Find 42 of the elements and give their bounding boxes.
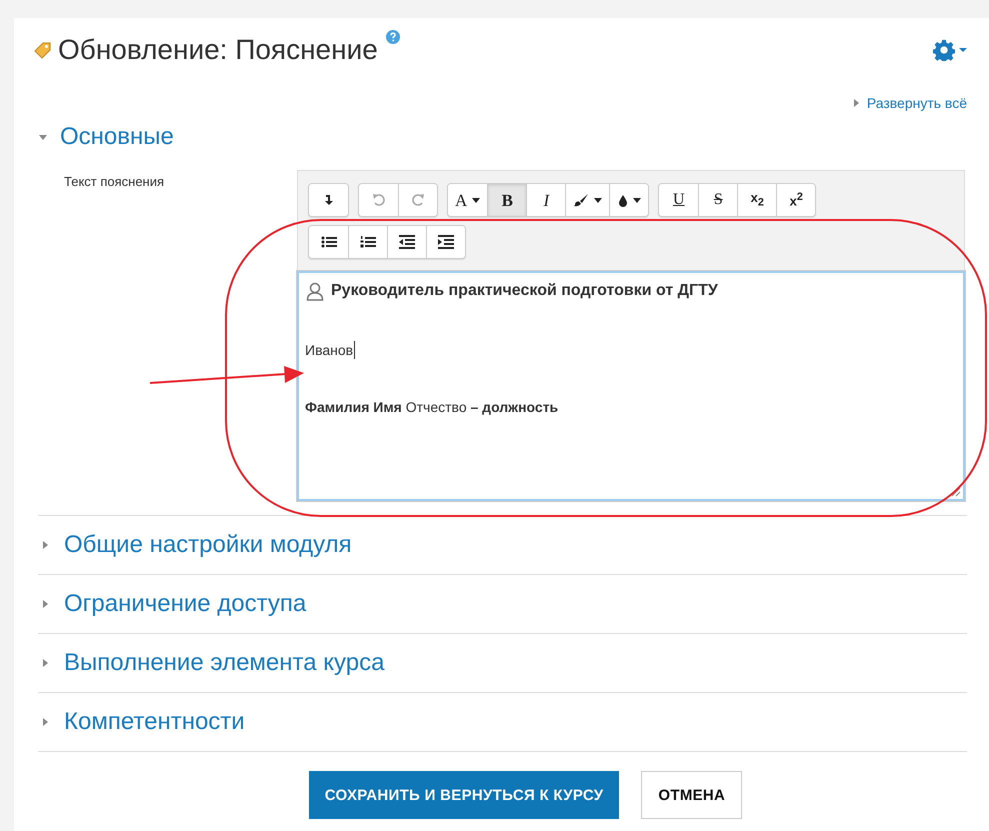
outdent-icon	[399, 235, 415, 249]
expand-all-link[interactable]: Развернуть всё	[866, 95, 967, 111]
editor-text: Иванов	[305, 342, 354, 358]
bullet-list-button[interactable]	[309, 226, 348, 258]
caret-icon[interactable]	[959, 47, 967, 53]
field-label: Текст пояснения	[64, 173, 166, 189]
format-button[interactable]: x$_{2}$	[737, 184, 776, 216]
bullet-list-icon	[320, 235, 336, 249]
editor-heading: Руководитель практической подготовки от ДГТУ	[331, 282, 718, 300]
user-icon	[305, 281, 325, 301]
tag-icon	[34, 41, 52, 59]
page-title: Обновление: Пояснение	[58, 34, 378, 66]
numbered-list-icon	[360, 235, 376, 249]
section-title[interactable]: Ограничение доступа	[64, 590, 306, 618]
format-button[interactable]: U	[659, 184, 698, 216]
brush-button[interactable]	[565, 184, 610, 216]
settings-icon[interactable]	[933, 39, 955, 61]
section-title[interactable]: Компетентности	[64, 708, 245, 736]
section-title[interactable]: Общие настройки модуля	[64, 531, 352, 559]
save-button[interactable]: СОХРАНИТЬ И ВЕРНУТЬСЯ К КУРСУ	[308, 771, 620, 819]
format-button[interactable]: S	[698, 184, 738, 216]
help-icon[interactable]	[386, 30, 400, 44]
drop-button[interactable]	[609, 184, 648, 216]
outdent-button[interactable]	[387, 226, 426, 258]
text-editor-area[interactable]: Руководитель практической подготовки от ДГТУ Иванов Фамилия Имя Отчество – должность	[297, 271, 965, 501]
format-button[interactable]: I	[526, 184, 566, 216]
section-title[interactable]: Основные	[60, 123, 174, 151]
brush-icon	[573, 193, 590, 207]
format-button[interactable]: x$^{2}$	[776, 184, 816, 216]
section-title[interactable]: Выполнение элемента курса	[64, 649, 384, 677]
numbered-list-button[interactable]	[348, 226, 387, 258]
resize-handle-icon[interactable]	[951, 487, 961, 497]
cancel-button[interactable]: ОТМЕНА	[641, 771, 742, 819]
format-button[interactable]: B	[487, 184, 526, 216]
undo-icon	[372, 193, 386, 207]
drop-icon	[618, 194, 628, 206]
redo-icon	[411, 193, 425, 207]
indent-button[interactable]	[426, 226, 465, 258]
collapse-icon	[324, 194, 334, 206]
indent-icon	[438, 235, 454, 249]
editor-text: Фамилия Имя Отчество – должность	[305, 399, 558, 415]
format-button[interactable]: A	[448, 184, 488, 216]
